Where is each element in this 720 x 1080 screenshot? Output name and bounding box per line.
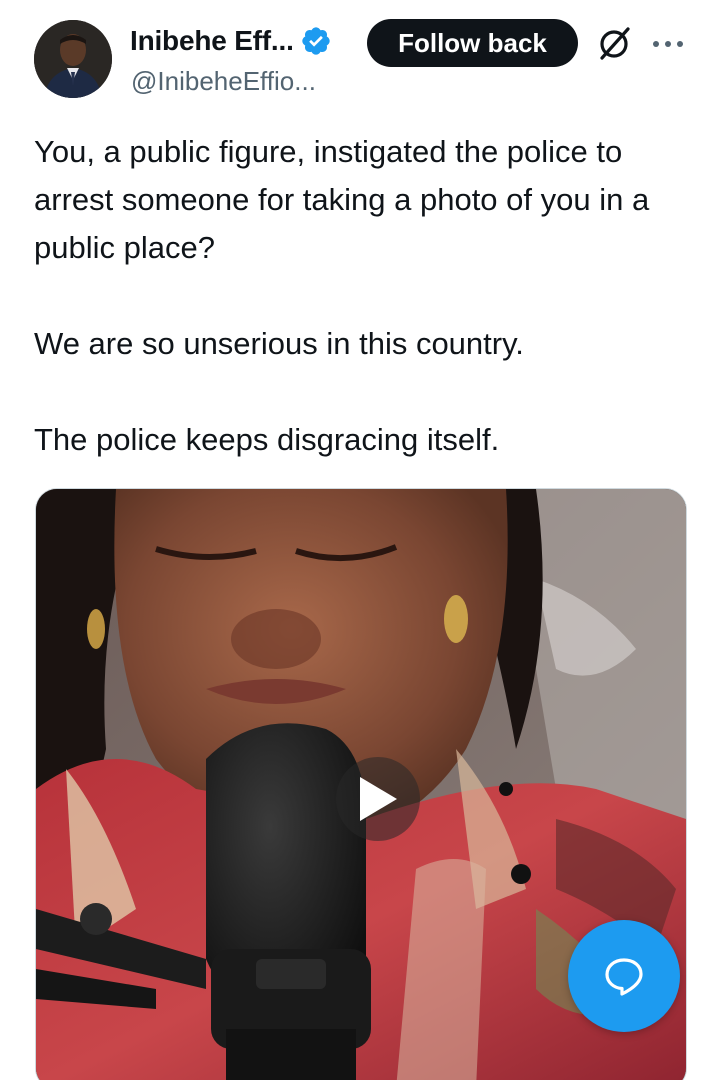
play-button[interactable] <box>336 757 420 841</box>
author-name[interactable]: Inibehe Eff... <box>130 25 294 57</box>
tweet-paragraph: You, a public figure, instigated the pol… <box>34 134 650 265</box>
reply-fab-button[interactable] <box>568 920 680 1032</box>
verified-badge-icon <box>301 27 330 55</box>
tweet-paragraph: We are so unserious in this country. <box>34 326 524 361</box>
follow-back-button[interactable]: Follow back <box>367 19 578 67</box>
more-dots-icon[interactable] <box>650 30 686 58</box>
tweet-text: You, a public figure, instigated the pol… <box>34 128 684 512</box>
reply-bubble-icon <box>605 958 643 996</box>
grok-icon[interactable] <box>594 24 634 64</box>
author-name-row[interactable]: Inibehe Eff... <box>130 22 332 60</box>
avatar-photo <box>34 20 112 98</box>
tweet-page: Inibehe Eff... @InibeheEffio... Follow b… <box>0 0 720 1080</box>
tweet-paragraph: The police keeps disgracing itself. <box>34 422 500 457</box>
play-icon <box>360 777 397 821</box>
author-avatar[interactable] <box>34 20 112 98</box>
author-handle[interactable]: @InibeheEffio... <box>131 66 316 97</box>
